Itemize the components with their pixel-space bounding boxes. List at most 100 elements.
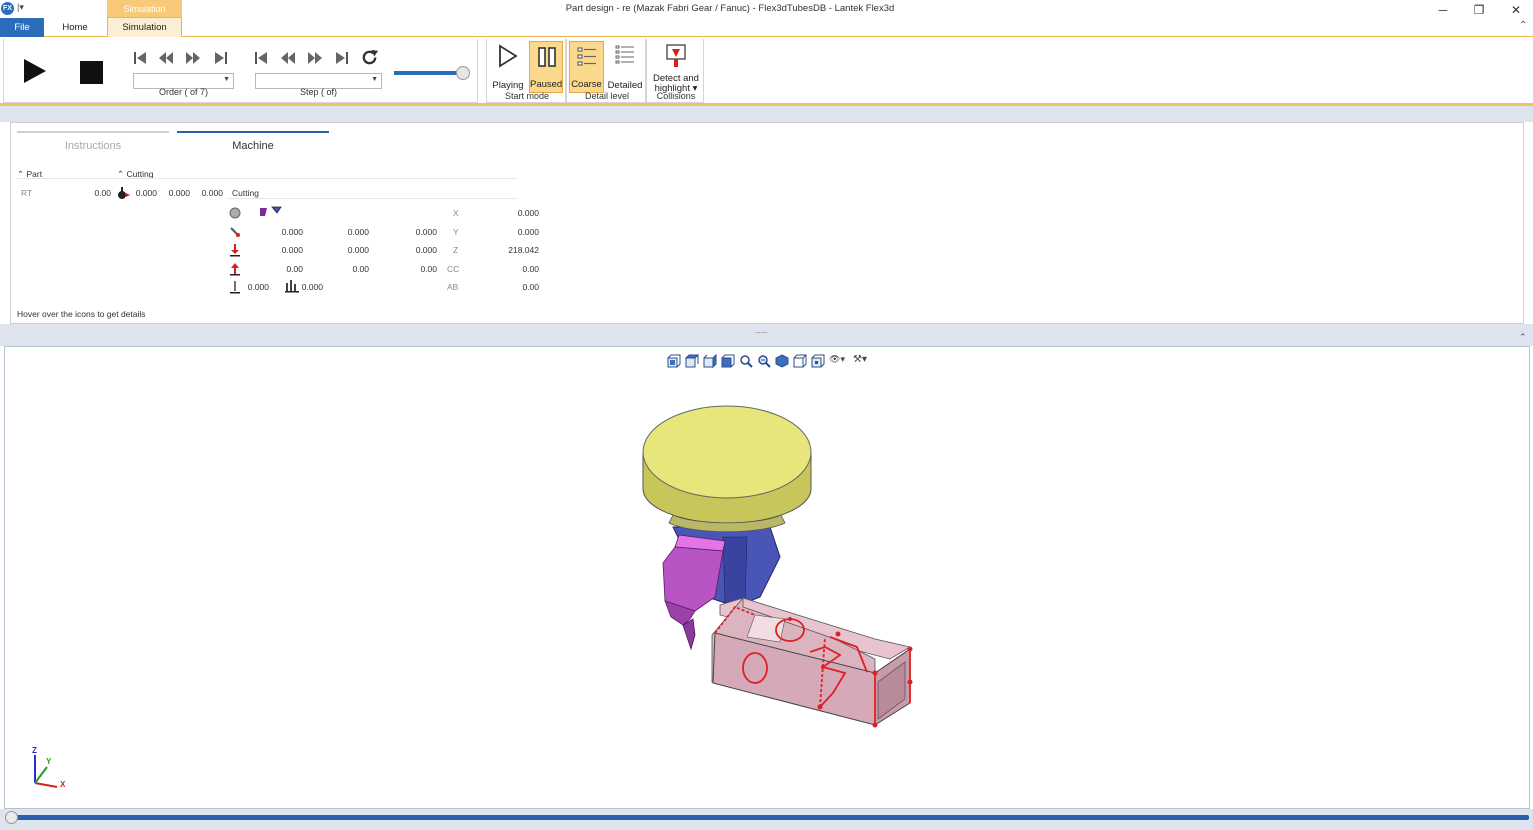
timeline-bar [0,809,1533,830]
previous-order-icon[interactable] [159,51,173,65]
rt-coord-1: 0.000 [135,188,157,198]
last-order-icon[interactable] [214,51,228,65]
rt-value: 0.00 [94,188,111,198]
head-yellow-disk-top [642,405,812,499]
step-label: Step ( of) [299,87,337,97]
tab-home[interactable]: Home [50,18,100,37]
detect-and-highlight-button[interactable]: Detect and highlight ▾ [649,41,703,94]
tool-icon[interactable] [229,226,241,238]
zoom-out-icon[interactable] [757,354,771,368]
ribbon: ▼ Order ( of 7) ▼ Step ( of) Playing Pau… [0,37,1533,106]
previous-step-icon[interactable] [281,51,295,65]
tab-file[interactable]: File [0,18,44,37]
window-title: Part design - re (Mazak Fabri Gear / Fan… [565,3,895,14]
coarse-button[interactable]: Coarse [569,41,604,93]
eye-icon: 👁 [829,354,841,364]
axis-x-label: X [453,208,459,218]
speed-slider[interactable] [394,66,470,80]
row4-v1: 0.00 [286,264,303,274]
timeline-thumb[interactable] [5,811,18,824]
tab-simulation[interactable]: Simulation [107,17,182,37]
detailed-button[interactable]: Detailed [606,41,644,93]
simulation-info-panel: Instructions Machine ⌃ Part ⌃ Cutting RT… [10,122,1524,324]
row5-extra: 0.000 [301,282,323,292]
zoom-fit-icon[interactable] [775,354,789,368]
speed-slider-thumb[interactable] [456,66,470,80]
first-step-icon[interactable] [254,51,268,65]
panel-splitter[interactable]: ······· ⌃ [0,324,1533,346]
view-front-icon[interactable] [667,354,681,368]
title-bar: FX |▾ Part design - re (Mazak Fabri Gear… [0,0,1533,18]
minimize-button[interactable]: ─ [1432,2,1454,18]
chevron-down-icon: ▼ [223,76,230,83]
rt-label: RT [21,188,33,198]
axis-y-label: Y [453,227,459,237]
row4-v3: 0.00 [420,264,437,274]
row3-v1: 0.000 [281,245,303,255]
play-outline-icon [499,44,518,68]
last-step-icon[interactable] [335,51,349,65]
row2-v2: 0.000 [347,227,369,237]
play-icon[interactable] [22,57,48,85]
tab-machine[interactable]: Machine [177,131,329,155]
collisions-group: Detect and highlight ▾ Collisions [646,39,704,103]
rt-coord-2: 0.000 [168,188,190,198]
tools-dropdown[interactable]: ⚒▾ [853,354,875,368]
wireframe-icon[interactable] [793,354,807,368]
axis-z-value: 218.042 [508,245,539,255]
tab-instructions[interactable]: Instructions [17,131,169,155]
collapse-panel-icon[interactable]: ⌃ [1519,332,1527,343]
view-iso-icon[interactable] [721,354,735,368]
arrow-down-icon[interactable] [229,243,241,257]
head-magenta-body [662,546,724,612]
row2-v1: 0.000 [281,227,303,237]
splitter-grip[interactable]: ······· [755,328,768,337]
row3-v3: 0.000 [415,245,437,255]
axis-x-value: 0.000 [517,208,539,218]
timeline-track[interactable] [5,815,1529,820]
paused-button[interactable]: Paused [529,41,563,93]
axis-y-value: 0.000 [517,227,539,237]
collapse-ribbon-icon[interactable]: ⌃ [1519,20,1527,31]
first-order-icon[interactable] [133,51,147,65]
playing-button[interactable]: Playing [491,41,525,93]
cut-point [835,631,841,637]
pause-icon [538,47,556,67]
head-icon[interactable] [259,205,285,218]
view-top-icon[interactable] [685,354,699,368]
speed-slider-fill [394,71,463,75]
circle-icon[interactable] [229,207,241,219]
close-button[interactable]: ✕ [1505,2,1527,18]
next-order-icon[interactable] [186,51,200,65]
3d-viewport[interactable]: 👁▾ ⚒▾ Z Y X [4,346,1530,809]
cut-point [788,617,792,621]
zoom-in-icon[interactable] [739,354,753,368]
header-divider [17,178,517,179]
restore-button[interactable]: ❐ [1468,2,1490,18]
axis-z-indicator: Z [32,746,37,755]
view-side-icon[interactable] [703,354,717,368]
cutting-value: Cutting [232,188,259,198]
ribbon-tab-row: File Home Simulation ⌃ [0,17,1533,37]
start-mode-group: Playing Paused Start mode [486,39,566,103]
row4-v2: 0.00 [352,264,369,274]
cut-point [872,722,878,728]
shaded-icon[interactable] [811,354,825,368]
arrow-up-icon[interactable] [229,262,241,276]
row2-v3: 0.000 [415,227,437,237]
playing-label: Playing [492,80,524,91]
refresh-icon[interactable] [360,48,379,67]
separator-band [0,106,1533,122]
stop-icon[interactable] [79,60,104,85]
head-blue-face [722,536,748,604]
axis-y-indicator: Y [46,757,52,766]
context-tab-group-label: Simulation [107,0,182,18]
detail-level-group: Coarse Detailed Detail level [566,39,646,103]
cut-point [817,704,823,710]
cutting-divider [227,198,517,199]
next-step-icon[interactable] [308,51,322,65]
start-mode-label: Start mode [504,91,550,101]
display-options-dropdown[interactable]: 👁▾ [829,354,849,368]
axis-ab-label: AB [447,282,459,292]
cut-point [907,646,913,652]
